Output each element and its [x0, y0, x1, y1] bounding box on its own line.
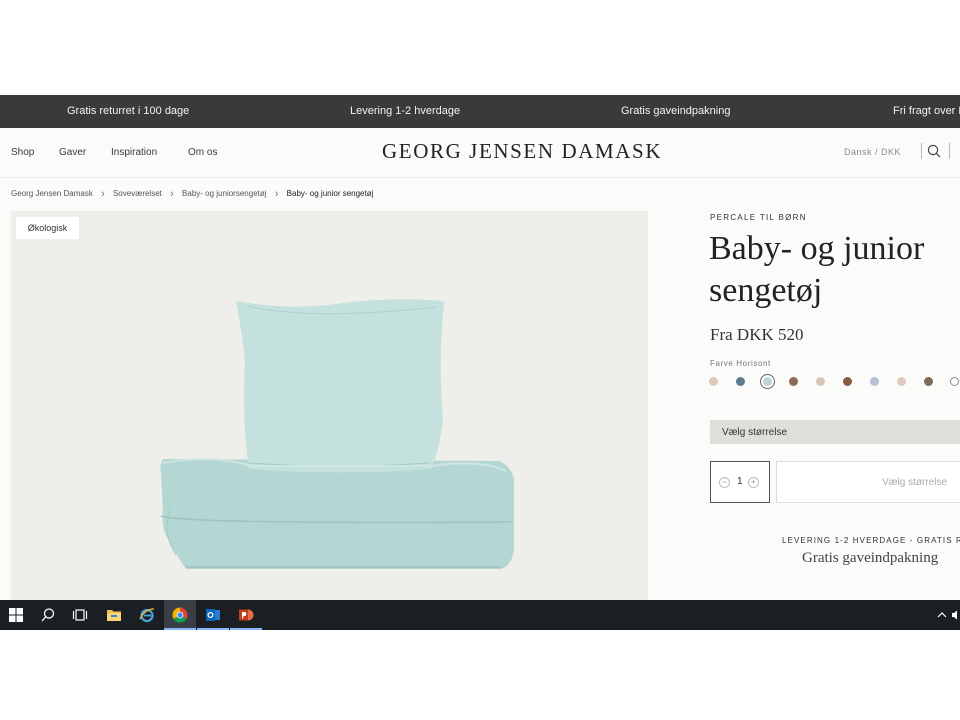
breadcrumb-link[interactable]: Baby- og juniorsengetøj — [182, 189, 267, 198]
chevron-right-icon: › — [170, 187, 174, 200]
bedding-illustration — [160, 299, 515, 569]
size-select[interactable]: Vælg størrelse — [710, 420, 960, 444]
promo-returns: Gratis returret i 100 dage — [67, 105, 190, 117]
color-label: Farve Horisont — [710, 359, 771, 368]
chrome-icon — [172, 607, 188, 623]
add-to-cart-button[interactable]: Vælg størrelse — [776, 461, 960, 503]
site-header: Shop Gaver Inspiration Om os GEORG JENSE… — [0, 128, 960, 178]
start-icon — [9, 608, 23, 622]
outlook-button[interactable] — [197, 600, 229, 630]
outlook-icon — [206, 609, 220, 621]
promo-bar: Gratis returret i 100 dage Levering 1-2 … — [0, 95, 960, 128]
header-divider — [949, 143, 950, 159]
color-swatch[interactable] — [789, 377, 798, 386]
system-tray[interactable] — [935, 608, 959, 622]
increase-quantity-button[interactable]: + — [748, 477, 759, 488]
internet-explorer-icon — [139, 608, 155, 623]
internet-explorer-button[interactable] — [131, 600, 163, 630]
color-swatch-selected[interactable] — [760, 374, 775, 389]
task-view-icon — [72, 609, 88, 621]
powerpoint-button[interactable] — [230, 600, 262, 630]
organic-badge: Økologisk — [16, 217, 79, 239]
color-swatch[interactable] — [897, 377, 906, 386]
color-swatch[interactable] — [924, 377, 933, 386]
gift-wrap-info: Gratis gaveindpakning — [802, 550, 939, 566]
product-price: Fra DKK 520 — [710, 325, 804, 344]
search-icon — [41, 608, 55, 622]
breadcrumb: Georg Jensen Damask › Soveværelset › Bab… — [11, 187, 374, 200]
volume-icon — [952, 610, 957, 620]
task-view-button[interactable] — [64, 600, 96, 630]
breadcrumb-link[interactable]: Soveværelset — [113, 189, 162, 198]
search-icon[interactable] — [927, 144, 941, 158]
windows-taskbar — [0, 600, 960, 630]
shipping-info: LEVERING 1-2 HVERDAGE - GRATIS RE — [782, 536, 960, 545]
nav-shop[interactable]: Shop — [11, 147, 34, 158]
language-currency-selector[interactable]: Dansk / DKK — [844, 147, 901, 157]
color-swatch[interactable] — [709, 377, 718, 386]
color-swatch[interactable] — [736, 377, 745, 386]
quantity-value[interactable]: 1 — [737, 476, 743, 487]
nav-inspiration[interactable]: Inspiration — [111, 147, 157, 158]
start-button[interactable] — [0, 600, 32, 630]
header-divider — [921, 143, 922, 159]
promo-free-shipping: Fri fragt over D — [893, 105, 960, 117]
chevron-up-icon — [937, 612, 947, 618]
color-swatch[interactable] — [816, 377, 825, 386]
chevron-right-icon: › — [101, 187, 105, 200]
color-swatch[interactable] — [870, 377, 879, 386]
file-explorer-icon — [107, 610, 121, 621]
nav-gaver[interactable]: Gaver — [59, 147, 86, 158]
color-swatch[interactable] — [843, 377, 852, 386]
brand-logo[interactable]: GEORG JENSEN DAMASK — [382, 139, 662, 164]
product-image[interactable]: Økologisk — [11, 211, 648, 601]
promo-gift-wrap: Gratis gaveindpakning — [621, 105, 731, 117]
product-title: Baby- og junior sengetøj — [709, 230, 925, 309]
color-swatch[interactable] — [950, 377, 959, 386]
breadcrumb-current: Baby- og junior sengetøj — [286, 189, 374, 199]
chrome-button[interactable] — [164, 600, 196, 630]
powerpoint-icon — [239, 609, 254, 621]
taskbar-search-button[interactable] — [32, 600, 64, 630]
browser-viewport: Gratis returret i 100 dage Levering 1-2 … — [0, 95, 960, 630]
decrease-quantity-button[interactable]: − — [719, 477, 730, 488]
nav-om-os[interactable]: Om os — [188, 147, 217, 158]
product-category: PERCALE TIL BØRN — [710, 213, 807, 222]
breadcrumb-link[interactable]: Georg Jensen Damask — [11, 189, 93, 198]
promo-delivery: Levering 1-2 hverdage — [350, 105, 461, 117]
quantity-stepper: − 1 + — [710, 461, 770, 503]
file-explorer-button[interactable] — [98, 600, 130, 630]
chevron-right-icon: › — [274, 187, 279, 200]
